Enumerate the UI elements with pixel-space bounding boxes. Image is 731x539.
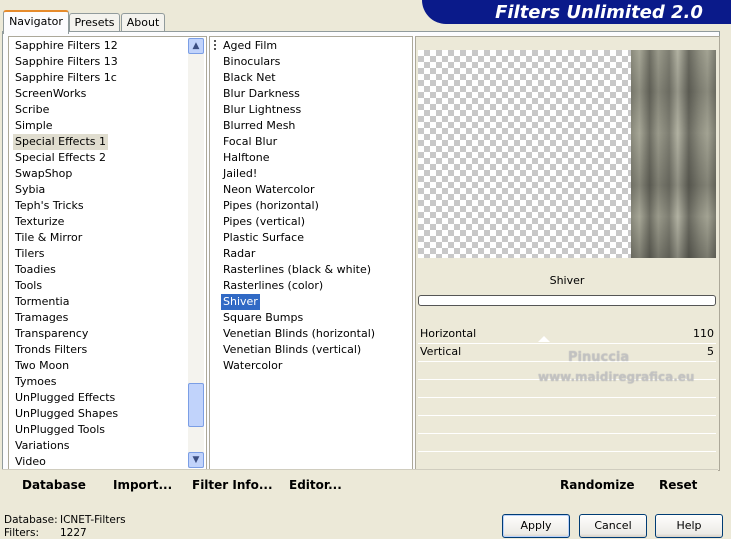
scroll-down-button[interactable]: ▼ xyxy=(188,452,204,468)
category-item[interactable]: Teph's Tricks xyxy=(13,198,86,214)
editor-button[interactable]: Editor... xyxy=(289,478,342,494)
category-item[interactable]: Special Effects 2 xyxy=(13,150,108,166)
watermark-url: www.maidiregrafica.eu xyxy=(538,370,695,384)
filter-item[interactable]: Jailed! xyxy=(221,166,259,182)
chevron-down-icon: ▼ xyxy=(192,455,200,465)
filter-item[interactable]: Radar xyxy=(221,246,257,262)
param-empty-row xyxy=(418,452,716,469)
category-item[interactable]: Transparency xyxy=(13,326,90,342)
filter-item[interactable]: Plastic Surface xyxy=(221,230,306,246)
category-item[interactable]: UnPlugged Effects xyxy=(13,390,117,406)
param-horizontal-value[interactable]: 110 xyxy=(693,327,714,340)
filter-item[interactable]: Blur Darkness xyxy=(221,86,302,102)
param-empty-row xyxy=(418,434,716,452)
category-item[interactable]: Tramages xyxy=(13,310,70,326)
scroll-thumb[interactable] xyxy=(188,383,204,427)
filter-info-button[interactable]: Filter Info... xyxy=(192,478,273,494)
tab-presets-label: Presets xyxy=(74,16,115,29)
filter-item[interactable]: Venetian Blinds (vertical) xyxy=(221,342,363,358)
category-item[interactable]: Sapphire Filters 12 xyxy=(13,38,120,54)
status-database-label: Database: xyxy=(4,514,58,526)
preview-filter-name: Shiver xyxy=(549,274,585,287)
param-vertical-value[interactable]: 5 xyxy=(707,345,714,358)
filter-item[interactable]: Blurred Mesh xyxy=(221,118,297,134)
category-item[interactable]: Scribe xyxy=(13,102,51,118)
category-item[interactable]: Sybia xyxy=(13,182,47,198)
filter-item[interactable]: Watercolor xyxy=(221,358,284,374)
category-item[interactable]: Tormentia xyxy=(13,294,71,310)
tab-presets[interactable]: Presets xyxy=(69,13,120,32)
filter-item[interactable]: Black Net xyxy=(221,70,278,86)
preview-image xyxy=(631,50,716,258)
cancel-button[interactable]: Cancel xyxy=(579,514,647,538)
category-item[interactable]: UnPlugged Shapes xyxy=(13,406,120,422)
app-title: Filters Unlimited 2.0 xyxy=(495,2,703,23)
param-empty-row xyxy=(418,398,716,416)
chevron-up-icon: ▲ xyxy=(192,41,200,51)
filter-item[interactable]: Pipes (vertical) xyxy=(221,214,307,230)
category-item[interactable]: Texturize xyxy=(13,214,66,230)
param-vertical-label: Vertical xyxy=(420,345,462,358)
category-item[interactable]: Tronds Filters xyxy=(13,342,89,358)
watermark-name: Pinuccia xyxy=(568,350,630,365)
filter-item[interactable]: Binoculars xyxy=(221,54,282,70)
tab-navigator-label: Navigator xyxy=(9,15,63,28)
param-horizontal[interactable]: Horizontal 110 xyxy=(418,326,716,344)
param-horizontal-label: Horizontal xyxy=(420,327,477,340)
reset-button[interactable]: Reset xyxy=(659,478,697,494)
scroll-up-button[interactable]: ▲ xyxy=(188,38,204,54)
category-item[interactable]: Video xyxy=(13,454,48,470)
category-item[interactable]: Tilers xyxy=(13,246,47,262)
category-item[interactable]: Special Effects 1 xyxy=(13,134,109,150)
category-item[interactable]: ScreenWorks xyxy=(13,86,88,102)
category-item[interactable]: Sapphire Filters 13 xyxy=(13,54,120,70)
category-item[interactable]: Tile & Mirror xyxy=(13,230,84,246)
param-vertical[interactable]: Vertical 5 xyxy=(418,344,716,362)
status-filters-label: Filters: xyxy=(4,527,40,539)
slider-pointer-icon[interactable] xyxy=(538,336,550,342)
param-empty-row xyxy=(418,416,716,434)
tab-navigator[interactable]: Navigator xyxy=(3,10,69,34)
filter-item[interactable]: Pipes (horizontal) xyxy=(221,198,321,214)
filter-item[interactable]: Halftone xyxy=(221,150,272,166)
filter-item[interactable]: Rasterlines (color) xyxy=(221,278,325,294)
randomize-button[interactable]: Randomize xyxy=(560,478,634,494)
category-item[interactable]: Two Moon xyxy=(13,358,71,374)
category-item[interactable]: SwapShop xyxy=(13,166,74,182)
filter-item[interactable]: Venetian Blinds (horizontal) xyxy=(221,326,377,342)
filter-item[interactable]: Neon Watercolor xyxy=(221,182,317,198)
filter-item[interactable]: Square Bumps xyxy=(221,310,305,326)
import-button[interactable]: Import... xyxy=(113,478,172,494)
category-item[interactable]: Tools xyxy=(13,278,44,294)
category-item[interactable]: Sapphire Filters 1c xyxy=(13,70,119,86)
tab-about-label: About xyxy=(126,16,160,29)
status-filters-value: 1227 xyxy=(60,527,87,539)
database-button[interactable]: Database xyxy=(22,478,86,494)
filter-item[interactable]: Shiver xyxy=(221,294,260,310)
status-database-value: ICNET-Filters xyxy=(60,514,126,526)
filter-item[interactable]: Focal Blur xyxy=(221,134,279,150)
category-item[interactable]: UnPlugged Tools xyxy=(13,422,107,438)
category-item[interactable]: Toadies xyxy=(13,262,58,278)
progress-bar xyxy=(418,295,716,306)
filter-item[interactable]: Aged Film xyxy=(221,38,279,54)
filter-item[interactable]: Rasterlines (black & white) xyxy=(221,262,373,278)
category-item[interactable]: Tymoes xyxy=(13,374,58,390)
category-item[interactable]: Simple xyxy=(13,118,55,134)
filter-item[interactable]: Blur Lightness xyxy=(221,102,303,118)
apply-button[interactable]: Apply xyxy=(502,514,570,538)
category-item[interactable]: Variations xyxy=(13,438,72,454)
tab-about[interactable]: About xyxy=(121,13,165,32)
help-button[interactable]: Help xyxy=(655,514,723,538)
folder-grip-icon xyxy=(214,40,220,50)
